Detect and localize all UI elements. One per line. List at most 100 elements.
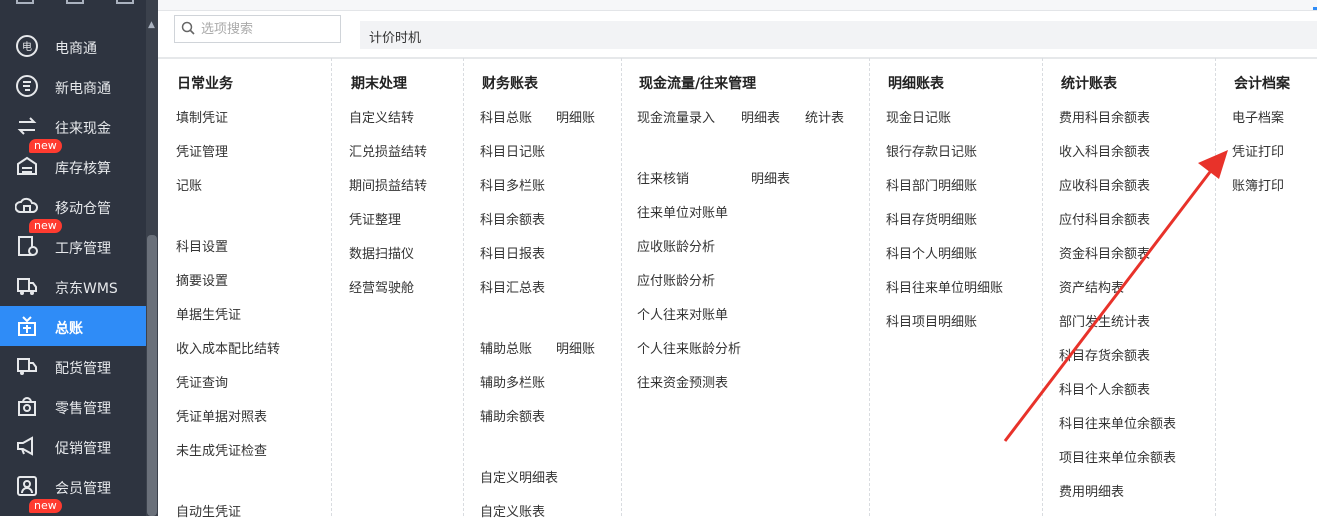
menu-item[interactable]: 明细账: [556, 107, 595, 126]
sidebar-item-retail[interactable]: 零售管理: [0, 386, 146, 426]
menu-item[interactable]: 自定义明细表: [480, 467, 558, 486]
scrollbar-thumb[interactable]: [147, 235, 157, 516]
menu-item[interactable]: 单据生凭证: [176, 304, 241, 323]
sidebar-item-promotion[interactable]: 促销管理: [0, 426, 146, 466]
menu-item[interactable]: 费用科目余额表: [1059, 107, 1150, 126]
search-box[interactable]: [174, 15, 341, 43]
sidebar-item-label: 京东WMS: [55, 281, 118, 297]
menu-item[interactable]: 凭证查询: [176, 372, 228, 391]
sidebar-item-label: 工序管理: [55, 241, 111, 257]
menu-item[interactable]: 记账: [176, 175, 202, 194]
menu-item[interactable]: 科目往来单位明细账: [886, 277, 1003, 296]
pricing-bar[interactable]: 计价时机: [360, 21, 1317, 49]
menu-item[interactable]: 收入科目余额表: [1059, 141, 1150, 160]
menu-item[interactable]: 明细表: [751, 168, 790, 187]
menu-item[interactable]: 汇兑损益结转: [349, 141, 427, 160]
sidebar-item-label: 库存核算: [55, 161, 111, 177]
menu-item[interactable]: 科目多栏账: [480, 175, 545, 194]
menu-item[interactable]: 项目往来单位余额表: [1059, 447, 1176, 466]
sidebar-item-label: 配货管理: [55, 361, 111, 377]
menu-item[interactable]: 账簿打印: [1232, 175, 1284, 194]
menu-item[interactable]: 科目汇总表: [480, 277, 545, 296]
scroll-up-icon[interactable]: ▲: [148, 20, 155, 30]
svg-text:电: 电: [22, 40, 32, 53]
menu-item[interactable]: 自定义结转: [349, 107, 414, 126]
menu-item[interactable]: 电子档案: [1232, 107, 1284, 126]
menu-item[interactable]: 部门发生统计表: [1059, 311, 1150, 330]
sidebar-scrollbar[interactable]: ▲: [146, 0, 158, 516]
menu-item[interactable]: 科目个人明细账: [886, 243, 977, 262]
menu-item[interactable]: 科目存货明细账: [886, 209, 977, 228]
sidebar-item-cash[interactable]: 往来现金: [0, 106, 146, 146]
menu-item[interactable]: 期间损益结转: [349, 175, 427, 194]
column-cashflow: 现金流量/往来管理 现金流量录入 明细表 统计表 往来核销 明细表 往来单位对账…: [622, 58, 870, 516]
menu-item[interactable]: 凭证管理: [176, 141, 228, 160]
sidebar-item-inventory[interactable]: new 库存核算: [0, 139, 146, 186]
sidebar-item-jd-wms[interactable]: 京东WMS: [0, 266, 146, 306]
menu-item[interactable]: 往来单位对账单: [637, 202, 728, 221]
menu-item[interactable]: 科目总账: [480, 107, 532, 126]
menu-item[interactable]: 资产结构表: [1059, 277, 1124, 296]
menu-item[interactable]: 往来资金预测表: [637, 372, 728, 391]
column-daily: 日常业务 填制凭证 凭证管理 记账 科目设置 摘要设置 单据生凭证 收入成本配比…: [158, 58, 332, 520]
menu-item[interactable]: 科目日记账: [480, 141, 545, 160]
menu-item[interactable]: 摘要设置: [176, 270, 228, 289]
menu-item[interactable]: 统计表: [805, 107, 844, 126]
sidebar-item-ecommerce[interactable]: 电 电商通: [0, 26, 146, 66]
menu-item[interactable]: 自定义账表: [480, 501, 545, 520]
menu-item[interactable]: 收入成本配比结转: [176, 338, 280, 357]
menu-item[interactable]: 个人往来账龄分析: [637, 338, 741, 357]
menu-item[interactable]: 科目项目明细账: [886, 311, 977, 330]
menu-item[interactable]: 填制凭证: [176, 107, 228, 126]
menu-item[interactable]: 数据扫描仪: [349, 243, 414, 262]
member-icon: [15, 474, 37, 496]
sidebar-item-partial[interactable]: new: [0, 499, 146, 516]
menu-item[interactable]: 应付科目余额表: [1059, 209, 1150, 228]
column-stats: 统计账表 费用科目余额表 收入科目余额表 应收科目余额表 应付科目余额表 资金科…: [1043, 58, 1216, 516]
ledger-icon: [15, 314, 37, 336]
menu-item[interactable]: 资金科目余额表: [1059, 243, 1150, 262]
sidebar-item-new-ecommerce[interactable]: 新电商通: [0, 66, 146, 106]
menu-item[interactable]: 现金日记账: [886, 107, 951, 126]
menu-item[interactable]: 现金流量录入: [637, 107, 715, 126]
menu-item[interactable]: 未生成凭证检查: [176, 440, 267, 459]
menu-item[interactable]: 科目设置: [176, 236, 228, 255]
menu-item[interactable]: 费用明细表: [1059, 481, 1124, 500]
menu-item[interactable]: 应收科目余额表: [1059, 175, 1150, 194]
menu-item[interactable]: 辅助总账: [480, 338, 532, 357]
menu-item[interactable]: 应收账龄分析: [637, 236, 715, 255]
menu-item[interactable]: 科目个人余额表: [1059, 379, 1150, 398]
menu-item[interactable]: 应付账龄分析: [637, 270, 715, 289]
process-icon: [15, 234, 38, 256]
menu-item[interactable]: 明细表: [741, 107, 780, 126]
sidebar-item-general-ledger[interactable]: 总账: [0, 306, 146, 346]
sidebar-item-distribution[interactable]: 配货管理: [0, 346, 146, 386]
menu-item[interactable]: 自动生凭证: [176, 501, 241, 520]
menu-toolbar: 计价时机: [158, 11, 1317, 59]
search-icon: [181, 21, 195, 39]
menu-item[interactable]: 科目存货余额表: [1059, 345, 1150, 364]
sidebar-item-process[interactable]: new 工序管理: [0, 219, 146, 266]
sidebar-item-label: 总账: [55, 321, 83, 337]
menu-item[interactable]: 银行存款日记账: [886, 141, 977, 160]
pricing-label: 计价时机: [369, 31, 422, 46]
sidebar-item-member[interactable]: 会员管理: [0, 466, 146, 506]
menu-item[interactable]: 明细账: [556, 338, 595, 357]
retail-icon: [15, 394, 37, 416]
menu-item[interactable]: 辅助多栏账: [480, 372, 545, 391]
new-badge: new: [29, 139, 62, 153]
menu-item[interactable]: 凭证单据对照表: [176, 406, 267, 425]
menu-item-voucher-print[interactable]: 凭证打印: [1232, 141, 1284, 160]
menu-item[interactable]: 科目日报表: [480, 243, 545, 262]
search-input[interactable]: [199, 19, 339, 39]
menu-item[interactable]: 科目往来单位余额表: [1059, 413, 1176, 432]
menu-item[interactable]: 个人往来对账单: [637, 304, 728, 323]
column-title: 期末处理: [351, 76, 407, 92]
menu-item[interactable]: 科目余额表: [480, 209, 545, 228]
menu-item[interactable]: 往来核销: [637, 168, 689, 187]
sidebar-item-mobile-warehouse[interactable]: 移动仓管: [0, 186, 146, 226]
menu-item[interactable]: 辅助余额表: [480, 406, 545, 425]
menu-item[interactable]: 经营驾驶舱: [349, 277, 414, 296]
menu-item[interactable]: 科目部门明细账: [886, 175, 977, 194]
menu-item[interactable]: 凭证整理: [349, 209, 401, 228]
